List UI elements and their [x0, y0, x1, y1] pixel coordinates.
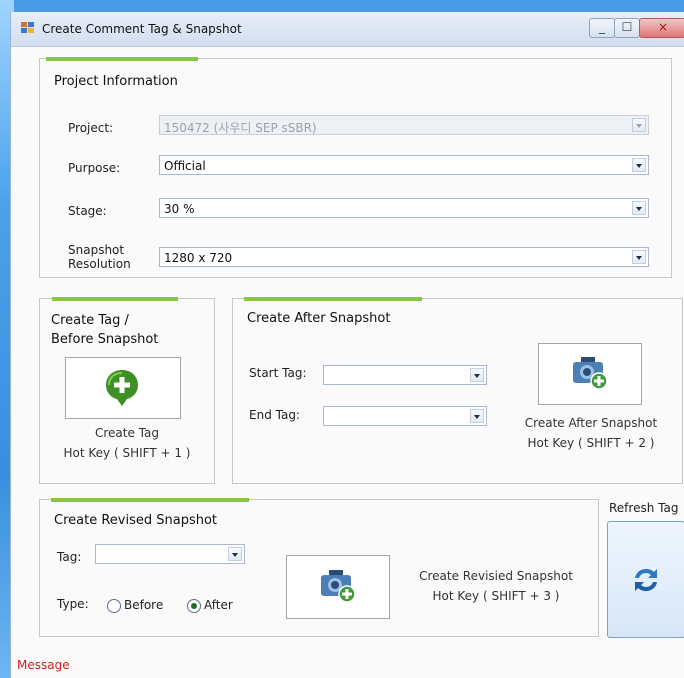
maximize-button[interactable]: ☐: [614, 18, 640, 38]
create-tag-label: Create Tag: [94, 426, 159, 440]
stage-value: 30 %: [164, 202, 195, 216]
purpose-value: Official: [164, 159, 206, 173]
app-icon: [21, 22, 34, 33]
after-snapshot-label: Create After Snapshot: [524, 416, 658, 430]
create-tag-group: Create Tag / Before Snapshot Create Tag …: [39, 297, 215, 484]
minimize-button[interactable]: _: [589, 18, 615, 38]
after-snapshot-title: Create After Snapshot: [247, 311, 391, 326]
start-tag-label: Start Tag:: [249, 366, 307, 380]
after-radio[interactable]: [187, 599, 201, 613]
create-tag-title-line1: Create Tag /: [51, 313, 129, 328]
resolution-value: 1280 x 720: [164, 251, 233, 265]
group-accent-bar: [46, 57, 198, 61]
camera-add-icon: [321, 570, 356, 603]
purpose-combo[interactable]: Official: [159, 155, 649, 175]
project-information-group: Project Information Project: 150472 (사우디…: [39, 57, 672, 278]
revised-snapshot-group: Create Revised Snapshot Tag: Type: Befor…: [39, 498, 599, 637]
stage-combo[interactable]: 30 %: [159, 198, 649, 218]
chevron-down-icon: [632, 118, 646, 132]
after-snapshot-group: Create After Snapshot Start Tag: End Tag…: [232, 297, 683, 484]
after-radio-label[interactable]: After: [204, 598, 233, 612]
project-information-title: Project Information: [54, 74, 178, 89]
group-accent-bar: [51, 498, 249, 502]
refresh-icon: [635, 569, 657, 591]
end-tag-combo[interactable]: [323, 406, 487, 426]
group-accent-bar: [244, 297, 422, 301]
purpose-label: Purpose:: [68, 161, 121, 175]
refresh-tag-label: Refresh Tag: [609, 501, 679, 515]
create-after-snapshot-button[interactable]: [538, 343, 642, 405]
start-tag-combo[interactable]: [323, 365, 487, 385]
revised-snapshot-caption: Create Revisied Snapshot Hot Key ( SHIFT…: [396, 566, 596, 606]
create-tag-title-line2: Before Snapshot: [51, 332, 159, 347]
refresh-tag-button[interactable]: [607, 521, 684, 638]
create-tag-hotkey: Hot Key ( SHIFT + 1 ): [63, 446, 191, 460]
camera-add-icon: [573, 357, 608, 390]
project-combo: 150472 (사우디 SEP sSBR): [159, 115, 649, 135]
resolution-label-line1: Snapshot: [68, 243, 125, 257]
chevron-down-icon[interactable]: [632, 250, 646, 264]
chevron-down-icon[interactable]: [228, 547, 242, 561]
chevron-down-icon[interactable]: [470, 368, 484, 382]
chevron-down-icon[interactable]: [632, 158, 646, 172]
after-snapshot-caption: Create After Snapshot Hot Key ( SHIFT + …: [501, 413, 681, 453]
before-radio-label[interactable]: Before: [124, 598, 163, 612]
revised-tag-label: Tag:: [57, 550, 82, 564]
create-revised-snapshot-button[interactable]: [286, 555, 390, 619]
revised-snapshot-title: Create Revised Snapshot: [54, 513, 218, 528]
project-label: Project:: [68, 121, 114, 135]
after-snapshot-hotkey: Hot Key ( SHIFT + 2 ): [527, 436, 655, 450]
title-bar[interactable]: Create Comment Tag & Snapshot _ ☐ ×: [11, 12, 684, 47]
revised-tag-combo[interactable]: [95, 544, 245, 564]
create-tag-caption: Create Tag Hot Key ( SHIFT + 1 ): [40, 423, 214, 463]
type-label: Type:: [57, 597, 89, 611]
chevron-down-icon[interactable]: [470, 409, 484, 423]
group-accent-bar: [52, 297, 178, 301]
create-tag-button[interactable]: [65, 357, 181, 419]
window-title: Create Comment Tag & Snapshot: [42, 22, 242, 36]
dialog-window: Create Comment Tag & Snapshot _ ☐ × Proj…: [10, 12, 684, 678]
revised-snapshot-label: Create Revisied Snapshot: [419, 569, 573, 583]
resolution-label-line2: Resolution: [68, 257, 131, 271]
resolution-combo[interactable]: 1280 x 720: [159, 247, 649, 267]
end-tag-label: End Tag:: [249, 408, 300, 422]
close-button[interactable]: ×: [639, 18, 684, 38]
chevron-down-icon[interactable]: [632, 201, 646, 215]
project-value: 150472 (사우디 SEP sSBR): [164, 121, 317, 135]
revised-snapshot-hotkey: Hot Key ( SHIFT + 3 ): [432, 589, 560, 603]
before-radio[interactable]: [107, 599, 121, 613]
plus-circle-icon: [106, 370, 138, 406]
stage-label: Stage:: [68, 204, 107, 218]
status-message: Message: [17, 658, 70, 672]
